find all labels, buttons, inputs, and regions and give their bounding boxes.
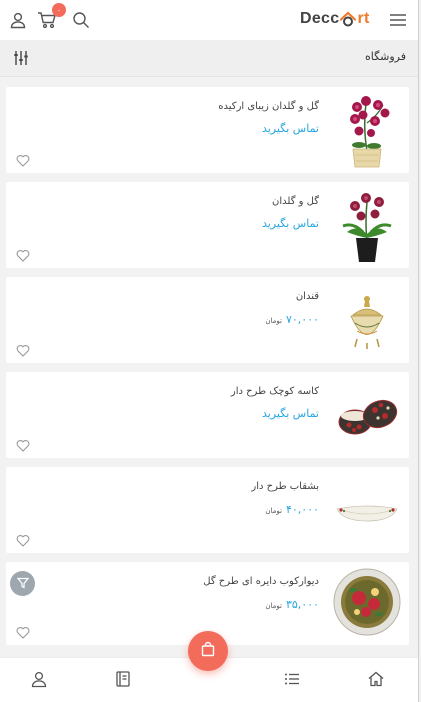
shop-subbar: فروشگاه xyxy=(0,40,418,77)
profile-nav-icon[interactable] xyxy=(30,670,48,688)
list-nav-icon[interactable] xyxy=(283,670,301,688)
shopping-bag-icon xyxy=(200,641,216,661)
product-card[interactable]: بشقاب طرح دار ۴۰,۰۰۰ تومان xyxy=(6,467,409,553)
orchid-white-pot-image[interactable] xyxy=(333,93,401,169)
top-header: ۰ Decc rt xyxy=(0,0,418,40)
menu-icon[interactable] xyxy=(387,9,409,31)
logo-text-end: rt xyxy=(357,10,370,27)
sliders-icon[interactable] xyxy=(12,49,30,67)
book-nav-icon[interactable] xyxy=(114,670,132,688)
brand-logo[interactable]: Decc rt xyxy=(300,9,370,29)
product-card[interactable]: گل و گلدان تماس بگیرید xyxy=(6,182,409,268)
patterned-bowl-image[interactable] xyxy=(333,378,401,454)
search-icon[interactable] xyxy=(70,9,92,31)
product-title[interactable]: قندان xyxy=(296,291,319,302)
contact-us-link[interactable]: تماس بگیرید xyxy=(262,217,319,230)
orchid-black-pot-image[interactable] xyxy=(333,188,401,264)
page-title: فروشگاه xyxy=(364,50,406,63)
product-card[interactable]: قندان ۷۰,۰۰۰ تومان xyxy=(6,277,409,363)
cart-count-badge: ۰ xyxy=(52,3,66,17)
product-title[interactable]: بشقاب طرح دار xyxy=(251,481,319,492)
price-currency: تومان xyxy=(265,507,282,515)
sugar-bowl-image[interactable] xyxy=(333,283,401,359)
logo-house-icon xyxy=(340,11,357,27)
app-screen: ۰ Decc rt فروشگاه گل و گلدان زیبای ارکید… xyxy=(0,0,419,702)
contact-us-link[interactable]: تماس بگیرید xyxy=(262,407,319,420)
product-price: ۷۰,۰۰۰ تومان xyxy=(265,313,319,326)
product-card[interactable]: گل و گلدان زیبای ارکیده تماس بگیرید xyxy=(6,87,409,173)
logo-text-start: Decc xyxy=(300,10,340,27)
heart-icon[interactable] xyxy=(16,437,30,452)
cart-fab-button[interactable] xyxy=(188,631,228,671)
filter-fab[interactable] xyxy=(10,571,35,596)
price-currency: تومان xyxy=(265,602,282,610)
price-value: ۴۰,۰۰۰ xyxy=(285,503,319,516)
user-icon[interactable] xyxy=(7,9,29,31)
product-card[interactable]: کاسه کوچک طرح دار تماس بگیرید xyxy=(6,372,409,458)
heart-icon[interactable] xyxy=(16,342,30,357)
product-title[interactable]: گل و گلدان زیبای ارکیده xyxy=(218,101,319,112)
funnel-icon xyxy=(16,574,29,593)
price-value: ۳۵,۰۰۰ xyxy=(285,598,319,611)
patterned-plate-image[interactable] xyxy=(333,473,401,549)
heart-icon[interactable] xyxy=(16,532,30,547)
product-title[interactable]: دیوارکوب دایره ای طرح گل xyxy=(203,576,319,587)
product-title[interactable]: کاسه کوچک طرح دار xyxy=(231,386,319,397)
floral-wall-plate-image[interactable] xyxy=(333,568,401,644)
product-price: ۳۵,۰۰۰ تومان xyxy=(265,598,319,611)
price-value: ۷۰,۰۰۰ xyxy=(285,313,319,326)
heart-icon[interactable] xyxy=(16,247,30,262)
home-nav-icon[interactable] xyxy=(367,670,385,688)
contact-us-link[interactable]: تماس بگیرید xyxy=(262,122,319,135)
product-title[interactable]: گل و گلدان xyxy=(272,196,319,207)
heart-icon[interactable] xyxy=(16,152,30,167)
product-price: ۴۰,۰۰۰ تومان xyxy=(265,503,319,516)
price-currency: تومان xyxy=(265,317,282,325)
heart-icon[interactable] xyxy=(16,624,30,639)
